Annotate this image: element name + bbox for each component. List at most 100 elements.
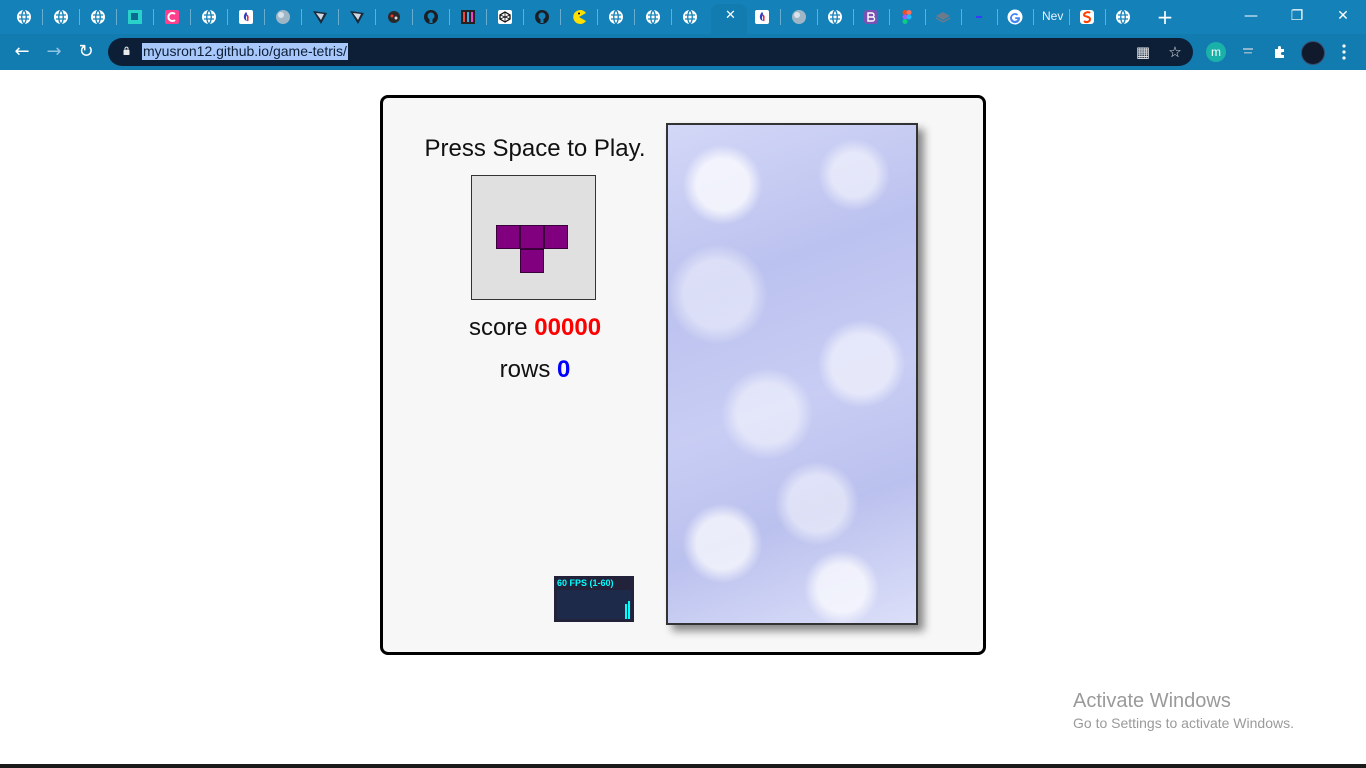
fps-meter: 60 FPS (1-60) [554,576,634,622]
tab-separator [853,9,854,25]
rows-display: rows 0 [423,356,647,384]
tab-globe-icon[interactable] [50,6,72,28]
tab-separator [42,9,43,25]
tab-separator [227,9,228,25]
tab-bars-logo-icon[interactable] [457,6,479,28]
tab-figma-icon[interactable] [896,6,918,28]
tab-separator [1069,9,1070,25]
next-piece-block [520,249,544,273]
tab-dash-icon[interactable] [968,6,990,28]
tab-separator [116,9,117,25]
tab-separator [79,9,80,25]
next-piece-block [496,225,520,249]
tab-separator [889,9,890,25]
fps-text: 60 FPS (1-60) [557,578,614,588]
tab-separator [338,9,339,25]
tab-close-icon[interactable]: ✕ [725,8,736,23]
tab-sphere-icon[interactable] [272,6,294,28]
lock-icon [123,46,130,55]
score-value: 00000 [534,314,602,341]
new-tab-button[interactable]: + [1152,5,1178,29]
fps-bar [625,604,627,619]
tab-globe-icon[interactable] [87,6,109,28]
tab-separator [671,9,672,25]
tab-pacman-icon[interactable] [568,6,590,28]
url-text[interactable]: myusron12.github.io/game-tetris/ [142,43,348,60]
tab-globe-icon[interactable] [605,6,627,28]
tab-svelte-icon[interactable] [1076,6,1098,28]
tab-flame-logo-icon[interactable] [751,6,773,28]
tab-separator [634,9,635,25]
tab-bootstrap-icon[interactable] [860,6,882,28]
tab-layers-icon[interactable] [932,6,954,28]
tab-globe-icon[interactable] [642,6,664,28]
tab-separator [375,9,376,25]
tab-separator [153,9,154,25]
activate-windows-title: Activate Windows [1073,690,1231,712]
profile-avatar[interactable] [1301,41,1325,65]
rows-label: rows [499,356,551,383]
press-space-prompt: Press Space to Play. [424,135,646,162]
tab-triangle-logo-icon[interactable] [346,6,368,28]
score-label: score [468,314,528,341]
tab-sphere-icon[interactable] [788,6,810,28]
rows-value: 0 [556,356,571,383]
qr-code-icon[interactable]: ▦ [1133,42,1153,62]
next-piece-block [520,225,544,249]
tab-separator [597,9,598,25]
tab-separator [560,9,561,25]
window-restore-button[interactable]: ❐ [1274,4,1320,28]
tetris-game-frame: Press Space to Play. score 00000 rows 0 … [380,95,986,655]
tab-separator [190,9,191,25]
tab-triangle-logo-icon[interactable] [309,6,331,28]
tab-separator [523,9,524,25]
fps-bar [628,601,630,619]
tetris-board[interactable] [666,123,918,625]
extension-m-icon[interactable]: m [1206,42,1226,62]
tab-separator [449,9,450,25]
tab-flame-logo-icon[interactable] [235,6,257,28]
window-minimize-button[interactable]: — [1228,4,1274,28]
address-bar[interactable]: myusron12.github.io/game-tetris/ ▦ ☆ [108,38,1193,66]
back-button[interactable]: ← [9,40,35,64]
extensions-puzzle-icon[interactable] [1270,42,1290,62]
tab-strip: ✕ Nev + — ❐ ✕ [0,0,1366,34]
tab-separator [412,9,413,25]
window-close-button[interactable]: ✕ [1320,4,1366,28]
tab-github-icon[interactable] [420,6,442,28]
tab-globe-icon[interactable] [824,6,846,28]
tab-globe-icon[interactable] [679,6,701,28]
forward-button[interactable]: → [41,40,67,64]
activate-windows-subtitle: Go to Settings to activate Windows. [1073,715,1294,731]
fps-graph [557,590,631,619]
tab-separator [925,9,926,25]
bookmark-star-icon[interactable]: ☆ [1165,42,1185,62]
tab-separator [961,9,962,25]
score-display: score 00000 [423,314,647,342]
tab-gamepad-icon[interactable] [383,6,405,28]
tab-globe-icon[interactable] [13,6,35,28]
tab-globe-icon[interactable] [198,6,220,28]
tab-new-title[interactable]: Nev [1042,9,1063,23]
next-piece-preview [471,175,596,300]
tab-separator [780,9,781,25]
browser-toolbar: ← → ↻ myusron12.github.io/game-tetris/ ▦… [0,34,1366,70]
tab-separator [264,9,265,25]
tab-separator [486,9,487,25]
tab-google-icon[interactable] [1004,6,1026,28]
extension-tray-icon[interactable] [1238,42,1258,62]
tab-globe-icon[interactable] [1112,6,1134,28]
tab-codepen-icon[interactable] [494,6,516,28]
tab-pink-logo-icon[interactable] [161,6,183,28]
reload-button[interactable]: ↻ [73,40,99,64]
tab-square-logo-icon[interactable] [124,6,146,28]
tab-separator [1105,9,1106,25]
next-piece-block [544,225,568,249]
taskbar-edge [0,764,1366,768]
tab-github-icon[interactable] [531,6,553,28]
tab-separator [301,9,302,25]
menu-kebab-icon[interactable] [1332,40,1356,64]
tab-separator [997,9,998,25]
tab-separator [1033,9,1034,25]
tab-separator [817,9,818,25]
